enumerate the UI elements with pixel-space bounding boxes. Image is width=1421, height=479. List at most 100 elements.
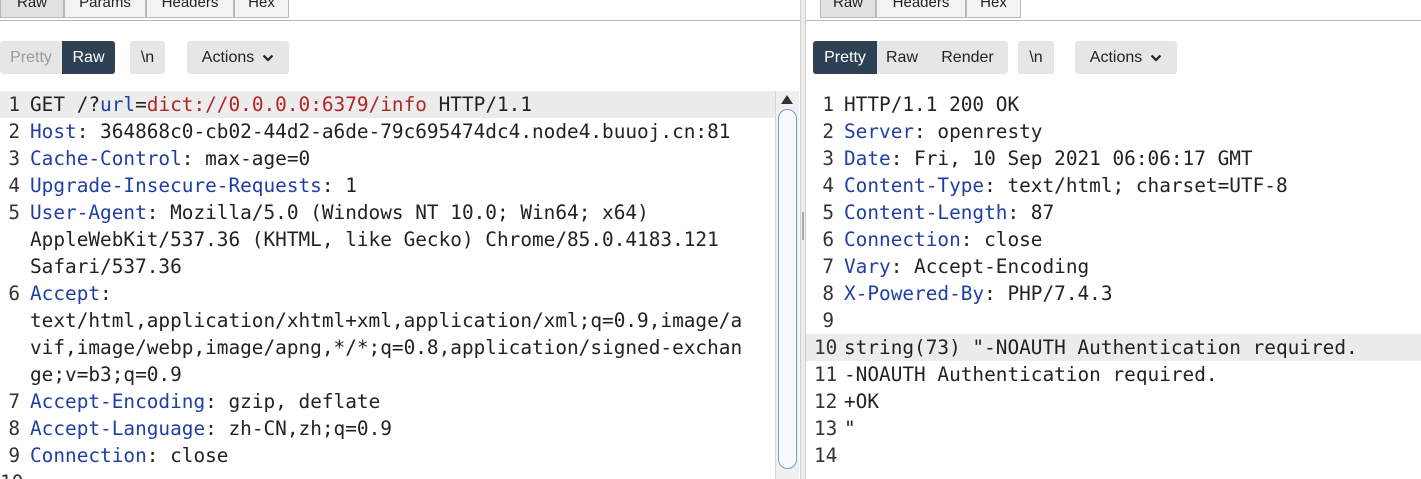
line-number: 10 [814, 336, 838, 359]
raw-button[interactable]: Raw [877, 41, 927, 74]
tab-headers[interactable]: Headers [876, 0, 966, 18]
header-name: Server [844, 120, 915, 143]
editor-line[interactable]: 5 User-Agent: Mozilla/5.0 (Windows NT 10.… [0, 199, 775, 226]
line-text: Vary: Accept-Encoding [844, 253, 1089, 280]
wrapped-line[interactable]: Safari/537.36 [0, 253, 775, 280]
editor-line[interactable]: 1 HTTP/1.1 200 OK [806, 91, 1421, 118]
line-text: " [844, 415, 856, 442]
text-segment: string(73) "-NOAUTH Authentication requi… [844, 336, 1358, 359]
text-segment: : Accept-Encoding [890, 255, 1090, 278]
header-name: Date [844, 147, 891, 170]
tab-headers[interactable]: Headers [146, 0, 234, 18]
line-number: 9 [822, 309, 834, 332]
text-segment: -NOAUTH Authentication required. [844, 363, 1218, 386]
text-segment: : text/html; charset=UTF-8 [984, 174, 1288, 197]
header-name: Accept [30, 282, 101, 305]
tab-raw[interactable]: Raw [820, 0, 876, 18]
editor-line[interactable]: 10 string(73) "-NOAUTH Authentication req… [806, 334, 1421, 361]
editor-line[interactable]: 9 Connection: close [0, 442, 775, 469]
actions-label: Actions [201, 48, 255, 66]
actions-button[interactable]: Actions [1075, 41, 1177, 74]
editor-line[interactable]: 2 Server: openresty [806, 118, 1421, 145]
line-number: 7 [822, 255, 834, 278]
wrapped-line[interactable]: ge;v=b3;q=0.9 [0, 361, 775, 388]
newline-toggle-button[interactable]: \n [130, 41, 165, 74]
editor-line[interactable]: 8 X-Powered-By: PHP/7.4.3 [806, 280, 1421, 307]
request-scrollbar[interactable] [775, 91, 799, 479]
actions-button[interactable]: Actions [187, 41, 289, 74]
header-name: url [100, 93, 136, 116]
response-tab-strip: Raw Headers Hex [806, 0, 1421, 21]
line-text: Connection: close [30, 442, 228, 469]
editor-line[interactable]: 3 Date: Fri, 10 Sep 2021 06:06:17 GMT [806, 145, 1421, 172]
arrow-up-icon[interactable] [781, 95, 793, 104]
wrapped-line[interactable]: AppleWebKit/537.36 (KHTML, like Gecko) C… [0, 226, 775, 253]
render-button[interactable]: Render [927, 41, 1008, 74]
line-number: 6 [822, 228, 834, 251]
header-name: Cache-Control [30, 147, 182, 170]
editor-line[interactable]: 13 " [806, 415, 1421, 442]
text-segment: " [844, 417, 856, 440]
text-segment: : gzip, deflate [205, 390, 381, 413]
editor-line[interactable]: 6 Connection: close [806, 226, 1421, 253]
pretty-button[interactable]: Pretty [0, 41, 62, 74]
tab-raw[interactable]: Raw [0, 0, 64, 18]
header-name: Accept-Encoding [30, 390, 206, 413]
line-number: 10 [0, 469, 23, 479]
text-segment: GET /? [30, 93, 101, 116]
editor-line[interactable]: 4 Content-Type: text/html; charset=UTF-8 [806, 172, 1421, 199]
header-name: Connection [844, 228, 961, 251]
header-name: Content-Length [844, 201, 1008, 224]
request-editor[interactable]: 1 GET /?url=dict://0.0.0.0:6379/info HTTP… [0, 91, 775, 479]
response-pane: Raw Headers Hex Pretty Raw Render \n Act… [806, 0, 1421, 479]
line-text: Cache-Control: max-age=0 [30, 145, 310, 172]
line-text: Connection: close [844, 226, 1042, 253]
editor-line[interactable]: 2 Host: 364868c0-cb02-44d2-a6de-79c695474… [0, 118, 775, 145]
editor-line[interactable]: 8 Accept-Language: zh-CN,zh;q=0.9 [0, 415, 775, 442]
line-number: 8 [822, 282, 834, 305]
editor-line[interactable]: 12 +OK [806, 388, 1421, 415]
line-text: HTTP/1.1 200 OK [844, 91, 1019, 118]
response-editor[interactable]: 1 HTTP/1.1 200 OK 2 Server: openresty 3 Date:… [806, 91, 1421, 469]
editor-line[interactable]: 10 [0, 469, 775, 479]
splitter-grip[interactable] [802, 212, 804, 240]
editor-line[interactable]: 14 [806, 442, 1421, 469]
editor-line[interactable]: 7 Vary: Accept-Encoding [806, 253, 1421, 280]
editor-line[interactable]: 5 Content-Length: 87 [806, 199, 1421, 226]
tab-params[interactable]: Params [64, 0, 146, 18]
line-number: 14 [814, 444, 838, 467]
scroll-thumb[interactable] [778, 109, 797, 469]
line-number: 13 [814, 417, 838, 440]
param-value: dict://0.0.0.0:6379/info [146, 93, 427, 116]
editor-line[interactable]: 7 Accept-Encoding: gzip, deflate [0, 388, 775, 415]
line-text: string(73) "-NOAUTH Authentication requi… [844, 334, 1358, 361]
line-text: Server: openresty [844, 118, 1042, 145]
line-text: vif,image/webp,image/apng,*/*;q=0.8,appl… [30, 336, 743, 359]
line-text: Accept-Language: zh-CN,zh;q=0.9 [30, 415, 392, 442]
line-text: -NOAUTH Authentication required. [844, 361, 1218, 388]
text-segment: : max-age=0 [181, 147, 311, 170]
wrapped-line[interactable]: vif,image/webp,image/apng,*/*;q=0.8,appl… [0, 334, 775, 361]
newline-toggle-button[interactable]: \n [1018, 41, 1054, 74]
chevron-down-icon [1150, 54, 1162, 62]
text-segment: +OK [844, 390, 880, 413]
pretty-button[interactable]: Pretty [813, 41, 877, 74]
text-segment: : Mozilla/5.0 (Windows NT 10.0; Win64; x… [146, 201, 649, 224]
wrapped-line[interactable]: text/html,application/xhtml+xml,applicat… [0, 307, 775, 334]
line-text: Safari/537.36 [30, 255, 182, 278]
editor-line[interactable]: 3 Cache-Control: max-age=0 [0, 145, 775, 172]
line-number: 2 [8, 120, 20, 143]
editor-line[interactable]: 4 Upgrade-Insecure-Requests: 1 [0, 172, 775, 199]
editor-line[interactable]: 6 Accept: [0, 280, 775, 307]
actions-label: Actions [1089, 48, 1143, 66]
editor-line[interactable]: 11 -NOAUTH Authentication required. [806, 361, 1421, 388]
line-number: 12 [814, 390, 838, 413]
editor-line[interactable]: 9 [806, 307, 1421, 334]
header-name: Upgrade-Insecure-Requests [30, 174, 322, 197]
raw-button[interactable]: Raw [62, 41, 115, 74]
line-number: 5 [822, 201, 834, 224]
tab-hex[interactable]: Hex [234, 0, 289, 18]
tab-hex[interactable]: Hex [966, 0, 1021, 18]
request-pane: Raw Params Headers Hex Pretty Raw \n Act… [0, 0, 800, 479]
editor-line[interactable]: 1 GET /?url=dict://0.0.0.0:6379/info HTTP… [0, 91, 775, 118]
